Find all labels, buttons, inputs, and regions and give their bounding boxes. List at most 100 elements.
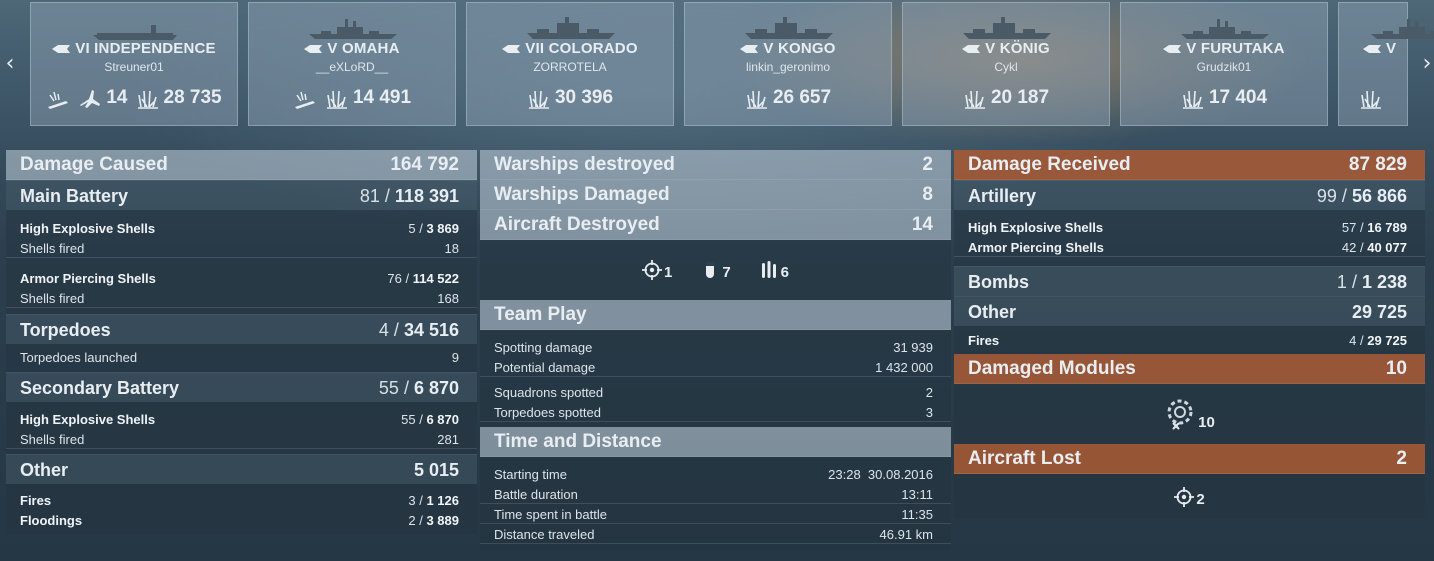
player-name: Streuner01 [104,60,164,74]
ship-silhouette-icon [961,15,1053,41]
damage-caused-header: Damage Caused 164 792 [6,150,477,180]
ship-card[interactable]: V OMAHA __eXLoRD__ 14 491 [248,2,456,126]
floodings-row: Floodings 2 / 3 889 [20,513,459,528]
aircraft-lost-header: Aircraft Lost 2 [954,444,1425,474]
bombs-row: Bombs 1 / 1 238 [954,266,1425,296]
aircraft-icon [80,90,101,108]
ship-name: V [1339,40,1407,57]
damage-splash-icon [746,90,767,109]
mb-he-fired-row: Shells fired 18 [6,238,477,258]
main-battery-value: 81 / 118 391 [359,186,459,206]
other-received-row: Other 29 725 [954,296,1425,326]
ship-card[interactable]: V FURUTAKA Grudzik01 17 404 [1120,2,1328,126]
main-battery-label: Main Battery [20,186,129,206]
team-play-header: Team Play [480,300,951,330]
ship-stats: 26 657 [685,87,891,109]
fires-received-row: Fires 4 / 29 725 [968,333,1407,348]
damaged-modules-header: Damaged Modules 10 [954,354,1425,384]
main-battery-row: Main Battery 81 / 118 391 [6,180,477,210]
ship-silhouette-icon [89,15,181,41]
ship-name: VI INDEPENDENCE [31,40,237,57]
distance-row: Distance traveled 46.91 km [480,524,951,544]
ship-stats: 20 187 [903,87,1109,109]
starting-time-row: Starting time 23:28 30.08.2016 [494,467,933,482]
art-ap-row: Armor Piercing Shells 42 / 40 077 [954,237,1425,257]
fires-caused-row: Fires 3 / 1 126 [20,493,459,508]
ship-name: V KÖNIG [903,40,1109,57]
scroll-left-arrow-icon[interactable]: ‹ [0,52,20,76]
potential-damage-row: Potential damage 1 432 000 [480,357,951,377]
ship-stats: 14 491 [249,87,455,109]
fighter-crosshair-icon [1174,486,1195,507]
player-name: ZORROTELA [533,60,607,74]
ship-card[interactable]: VII COLORADO ZORROTELA 30 396 [466,2,674,126]
ship-card[interactable]: V [1338,2,1434,126]
other-caused-row: Other 5 015 [6,454,477,484]
torpedo-icon [761,261,776,278]
torpedoes-spotted-row: Torpedoes spotted 3 [480,402,951,422]
torpedoes-row: Torpedoes 4 / 34 516 [6,314,477,344]
squadrons-spotted-row: Squadrons spotted 2 [494,385,933,400]
spotting-damage-row: Spotting damage 31 939 [494,340,933,355]
torpedo-bomber-count: 6 [759,259,789,281]
damage-splash-icon [964,90,985,109]
scroll-right-arrow-icon[interactable]: › [1417,52,1434,76]
damage-splash-icon [326,90,347,109]
sec-he-row: High Explosive Shells 55 / 6 870 [20,412,459,427]
battle-duration-row: Battle duration 13:11 [480,484,951,504]
ship-stats: 30 396 [467,87,673,109]
ship-name: VII COLORADO [467,40,673,57]
torpedoes-launched-row: Torpedoes launched 9 [20,350,459,365]
fighter-count: 1 [641,259,672,281]
damaged-module-gear-icon [1167,399,1193,430]
damage-caused-panel: Damage Caused 164 792 Main Battery 81 / … [6,150,477,534]
aircraft-lost-icon-row: 2 [954,474,1425,519]
time-distance-header: Time and Distance [480,427,951,457]
ship-stats [1339,87,1407,109]
ship-card[interactable]: V KONGO linkin_geronimo 26 657 [684,2,892,126]
torpedo-hit-icon [48,91,69,109]
player-name: Grudzik01 [1196,60,1252,74]
ship-silhouette-icon [307,15,399,41]
damage-splash-icon [1361,90,1381,109]
damage-splash-icon [528,90,549,109]
damage-splash-icon [137,90,158,109]
mb-he-row: High Explosive Shells 5 / 3 869 [20,221,459,236]
ship-name: V FURUTAKA [1121,40,1327,57]
damage-splash-icon [1182,90,1203,109]
player-name: Cykl [994,60,1018,74]
player-name: __eXLoRD__ [315,60,389,74]
ship-stats: 14 28 735 [31,87,237,109]
secondary-battery-row: Secondary Battery 55 / 6 870 [6,372,477,402]
art-he-row: High Explosive Shells 57 / 16 789 [968,220,1407,235]
aircraft-destroyed-row: Aircraft Destroyed 14 [480,210,951,240]
ship-silhouette-icon [743,15,835,41]
damage-received-header: Damage Received 87 829 [954,150,1425,180]
ship-card[interactable]: V KÖNIG Cykl 20 187 [902,2,1110,126]
ship-name: V OMAHA [249,40,455,57]
mb-ap-row: Armor Piercing Shells 76 / 114 522 [20,271,459,286]
damage-caused-title: Damage Caused [20,154,168,175]
damage-received-panel: Damage Received 87 829 Artillery 99 / 56… [954,150,1425,519]
ship-silhouette-icon [1179,15,1271,41]
damaged-modules-icon-row: 10 [954,384,1425,444]
damage-caused-total: 164 792 [390,154,459,175]
torpedo-hit-icon [294,91,315,109]
ship-stats: 17 404 [1121,87,1327,109]
ship-silhouette-icon [1369,15,1434,41]
time-spent-row: Time spent in battle 11:35 [480,504,951,524]
sec-fired-row: Shells fired 281 [6,429,477,449]
ship-card[interactable]: VI INDEPENDENCE Streuner01 14 28 735 [30,2,238,126]
ship-silhouette-icon [525,15,617,41]
warships-destroyed-row: Warships destroyed 2 [480,150,951,180]
results-middle-panel: Warships destroyed 2 Warships Damaged 8 … [480,150,951,550]
artillery-row: Artillery 99 / 56 866 [954,180,1425,210]
ship-name: V KONGO [685,40,891,57]
bomb-icon [706,262,715,278]
aircraft-breakdown: 1 7 6 [480,240,951,300]
fighter-crosshair-icon [641,260,662,280]
player-name: linkin_geronimo [745,60,831,74]
bomber-count: 7 [700,259,731,281]
warships-damaged-row: Warships Damaged 8 [480,180,951,210]
mb-ap-fired-row: Shells fired 168 [6,288,477,308]
